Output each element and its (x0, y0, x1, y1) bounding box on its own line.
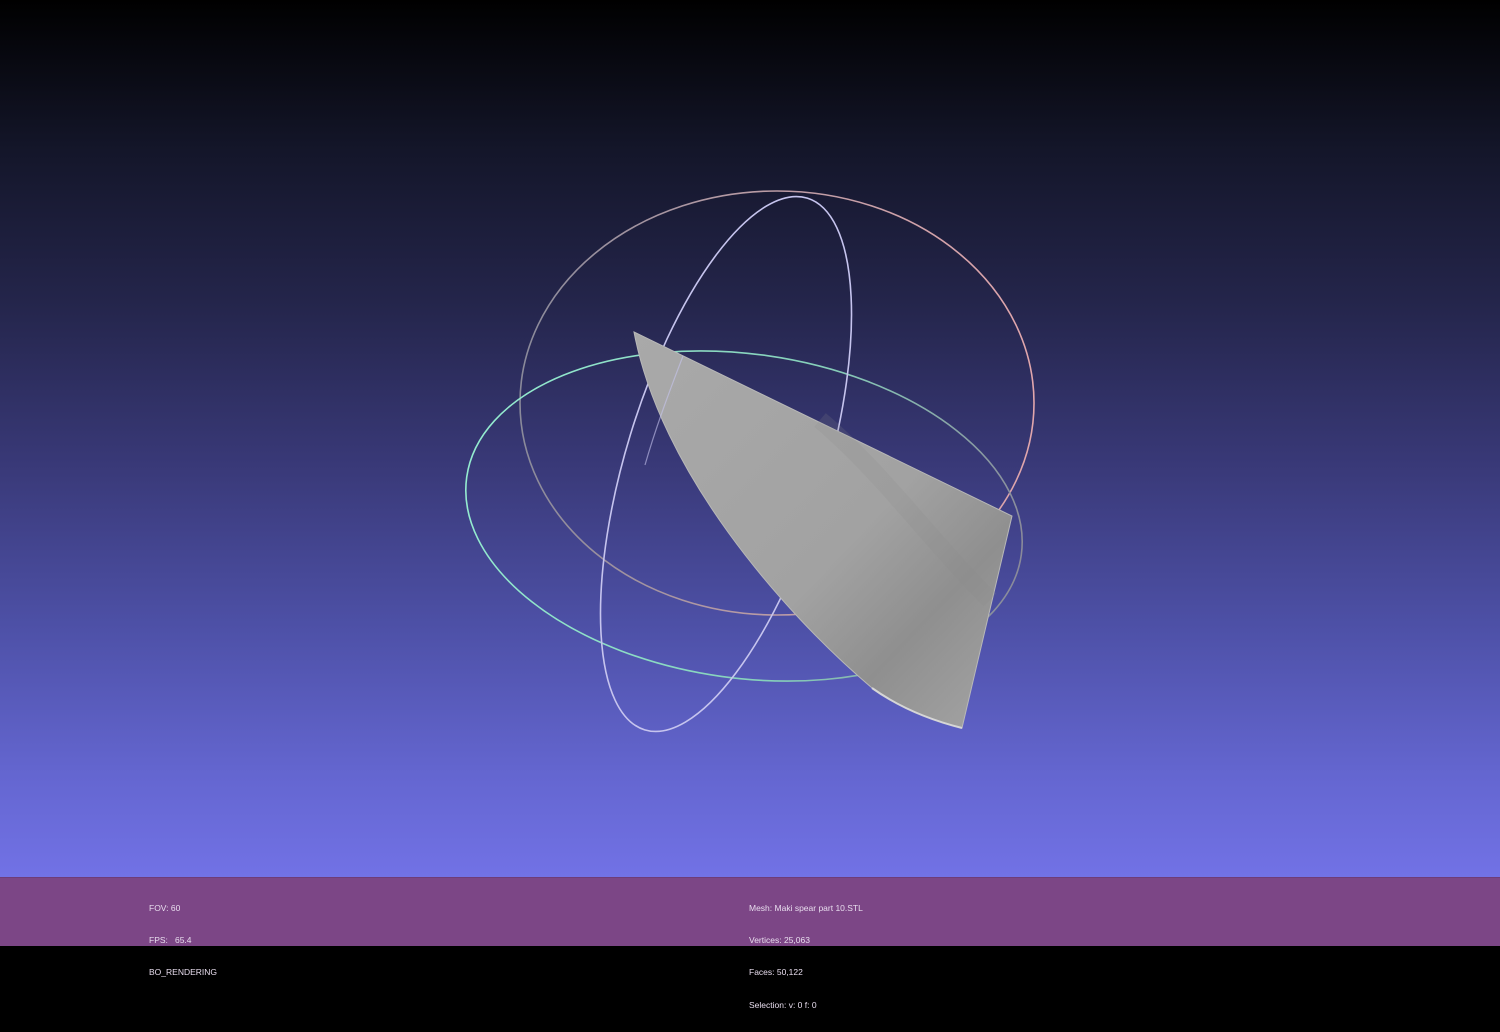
status-bar: FOV: 60 FPS: 65.4 BO_RENDERING Mesh: Mak… (0, 877, 1500, 1010)
fov-label: FOV: 60 (149, 902, 181, 913)
scene-canvas[interactable] (0, 0, 1500, 945)
render-info: FOV: 60 FPS: 65.4 BO_RENDERING (149, 881, 217, 1000)
fps-label: FPS: 65.4 (149, 934, 192, 945)
mesh-blade[interactable] (633, 331, 1013, 729)
mesh-info: Mesh: Maki spear part 10.STL Vertices: 2… (749, 881, 863, 1032)
render-mode-label: BO_RENDERING (149, 967, 218, 978)
faces-label: Faces: 50,122 (749, 967, 803, 978)
vertices-label: Vertices: 25,063 (749, 934, 810, 945)
3d-viewport[interactable]: FOV: 60 FPS: 65.4 BO_RENDERING Mesh: Mak… (0, 0, 1500, 1010)
mesh-name-label: Mesh: Maki spear part 10.STL (749, 902, 863, 913)
selection-label: Selection: v: 0 f: 0 (749, 999, 817, 1010)
